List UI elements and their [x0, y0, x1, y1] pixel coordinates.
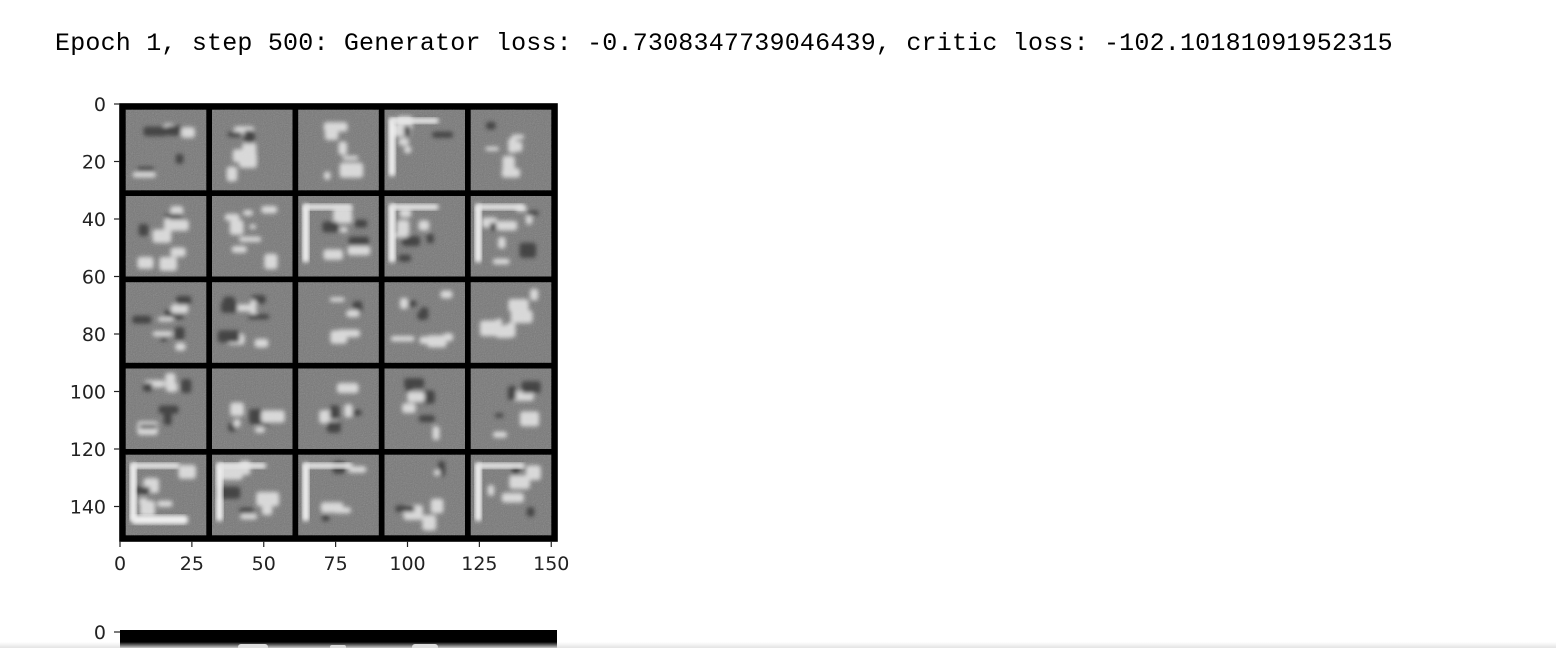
generated-sample-tile	[298, 454, 379, 536]
generated-sample-tile	[384, 196, 465, 277]
output-bottom-edge	[0, 642, 1556, 648]
x-tick-label: 100	[389, 553, 425, 575]
x-tick-label: 0	[114, 553, 126, 575]
y-tick-label: 40	[82, 209, 106, 231]
y-tick-label: 140	[70, 497, 106, 519]
generated-images-figure: 0 20 40 60 80 100 120 140 0 25 50 75 100 125 150	[0, 90, 600, 590]
generated-sample-tile	[212, 454, 293, 536]
generated-sample-tile	[125, 282, 207, 363]
generated-sample-tile	[470, 196, 552, 277]
x-tick-label: 75	[324, 553, 348, 575]
generated-sample-tile	[212, 109, 293, 191]
generated-sample-tile	[384, 109, 465, 191]
generated-sample-tile	[212, 196, 293, 277]
generated-sample-tile	[384, 368, 465, 449]
y-tick-label: 80	[82, 324, 106, 346]
y-tick-label: 0	[94, 622, 106, 644]
x-tick-label: 25	[180, 553, 204, 575]
x-tick-label: 125	[461, 553, 497, 575]
generated-sample-tile	[298, 196, 379, 277]
generated-sample-tile	[384, 454, 465, 536]
generated-sample-tile	[470, 109, 552, 191]
generated-sample-tile	[470, 368, 552, 449]
generated-sample-tile	[298, 282, 379, 363]
training-log-line: Epoch 1, step 500: Generator loss: -0.73…	[55, 29, 1393, 58]
generated-sample-tile	[298, 109, 379, 191]
x-tick-label: 50	[252, 553, 276, 575]
y-tick-label: 60	[82, 267, 106, 289]
y-tick-label: 20	[82, 152, 106, 174]
generated-sample-tile	[125, 109, 207, 191]
generated-sample-tile	[384, 282, 465, 363]
generated-sample-tile	[470, 454, 552, 536]
generated-sample-tile	[125, 454, 207, 536]
generated-sample-tile	[125, 196, 207, 277]
generated-sample-tile	[298, 368, 379, 449]
generated-sample-tile	[125, 368, 207, 449]
y-tick-label: 0	[94, 94, 106, 116]
generated-sample-tile	[470, 282, 552, 363]
generated-sample-tile	[212, 282, 293, 363]
y-tick-label: 100	[70, 382, 106, 404]
image-grid	[120, 104, 557, 541]
y-tick-label: 120	[70, 439, 106, 461]
x-tick-label: 150	[533, 553, 569, 575]
generated-sample-tile	[212, 368, 293, 449]
